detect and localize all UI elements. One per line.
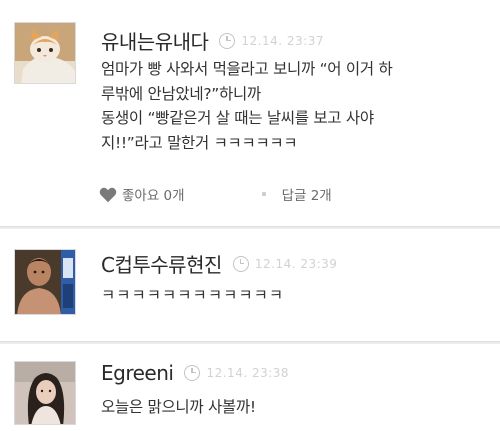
timestamp: 12.14. 23:37 xyxy=(241,33,324,48)
clock-icon xyxy=(232,255,249,272)
comment-item: C컵투수류현진 12.14. 23:39 ㅋㅋㅋㅋㅋㅋㅋㅋㅋㅋㅋㅋ xyxy=(0,229,500,341)
comment-actions: 좋아요 0개 답글 2개 xyxy=(98,184,332,204)
separator-dot xyxy=(261,192,266,196)
avatar[interactable] xyxy=(14,22,76,84)
comment-line: 오늘은 맑으니까 사볼까! xyxy=(101,398,256,416)
timestamp: 12.14. 23:38 xyxy=(206,366,290,380)
comment-line: ㅋㅋㅋㅋㅋㅋㅋㅋㅋㅋㅋㅋ xyxy=(101,286,285,304)
comment-line: 지!!”라고 말한거 ㅋㅋㅋㅋㅋㅋ xyxy=(101,133,298,152)
avatar[interactable] xyxy=(14,361,76,425)
clock-icon xyxy=(184,365,201,381)
heart-icon xyxy=(99,187,117,202)
comment-line: 루밖에 안남았네?”하니까 xyxy=(101,84,261,103)
nickname[interactable]: Egreeni xyxy=(101,361,174,385)
like-button[interactable]: 좋아요 0개 xyxy=(98,184,185,204)
comment-body: 엄마가 빵 사와서 먹을라고 보니까 “어 이거 하 루밖에 안남았네?”하니까… xyxy=(101,57,393,155)
comment-item: Egreeni 12.14. 23:38 오늘은 맑으니까 사볼까! xyxy=(0,344,500,431)
comment-line: 동생이 “빵같은거 살 때는 날씨를 보고 사야 xyxy=(101,109,374,127)
clock-icon xyxy=(219,32,236,49)
like-label: 좋아요 0개 xyxy=(122,188,185,204)
comment-header: Egreeni 12.14. 23:38 xyxy=(101,361,289,385)
comment-body: ㅋㅋㅋㅋㅋㅋㅋㅋㅋㅋㅋㅋ xyxy=(101,283,284,308)
comment-body: 오늘은 맑으니까 사볼까! xyxy=(101,395,256,420)
timestamp: 12.14. 23:39 xyxy=(254,256,338,271)
comment-item: 유내는유내다 12.14. 23:37 엄마가 빵 사와서 먹을라고 보니까 “… xyxy=(0,0,500,226)
comment-header: C컵투수류현진 12.14. 23:39 xyxy=(101,249,337,278)
comment-line: 엄마가 빵 사와서 먹을라고 보니까 “어 이거 하 xyxy=(101,60,393,78)
comment-header: 유내는유내다 12.14. 23:37 xyxy=(101,26,324,55)
nickname[interactable]: C컵투수류현진 xyxy=(101,249,222,278)
avatar[interactable] xyxy=(14,249,76,315)
nickname[interactable]: 유내는유내다 xyxy=(101,26,209,55)
reply-button[interactable]: 답글 2개 xyxy=(282,184,332,204)
